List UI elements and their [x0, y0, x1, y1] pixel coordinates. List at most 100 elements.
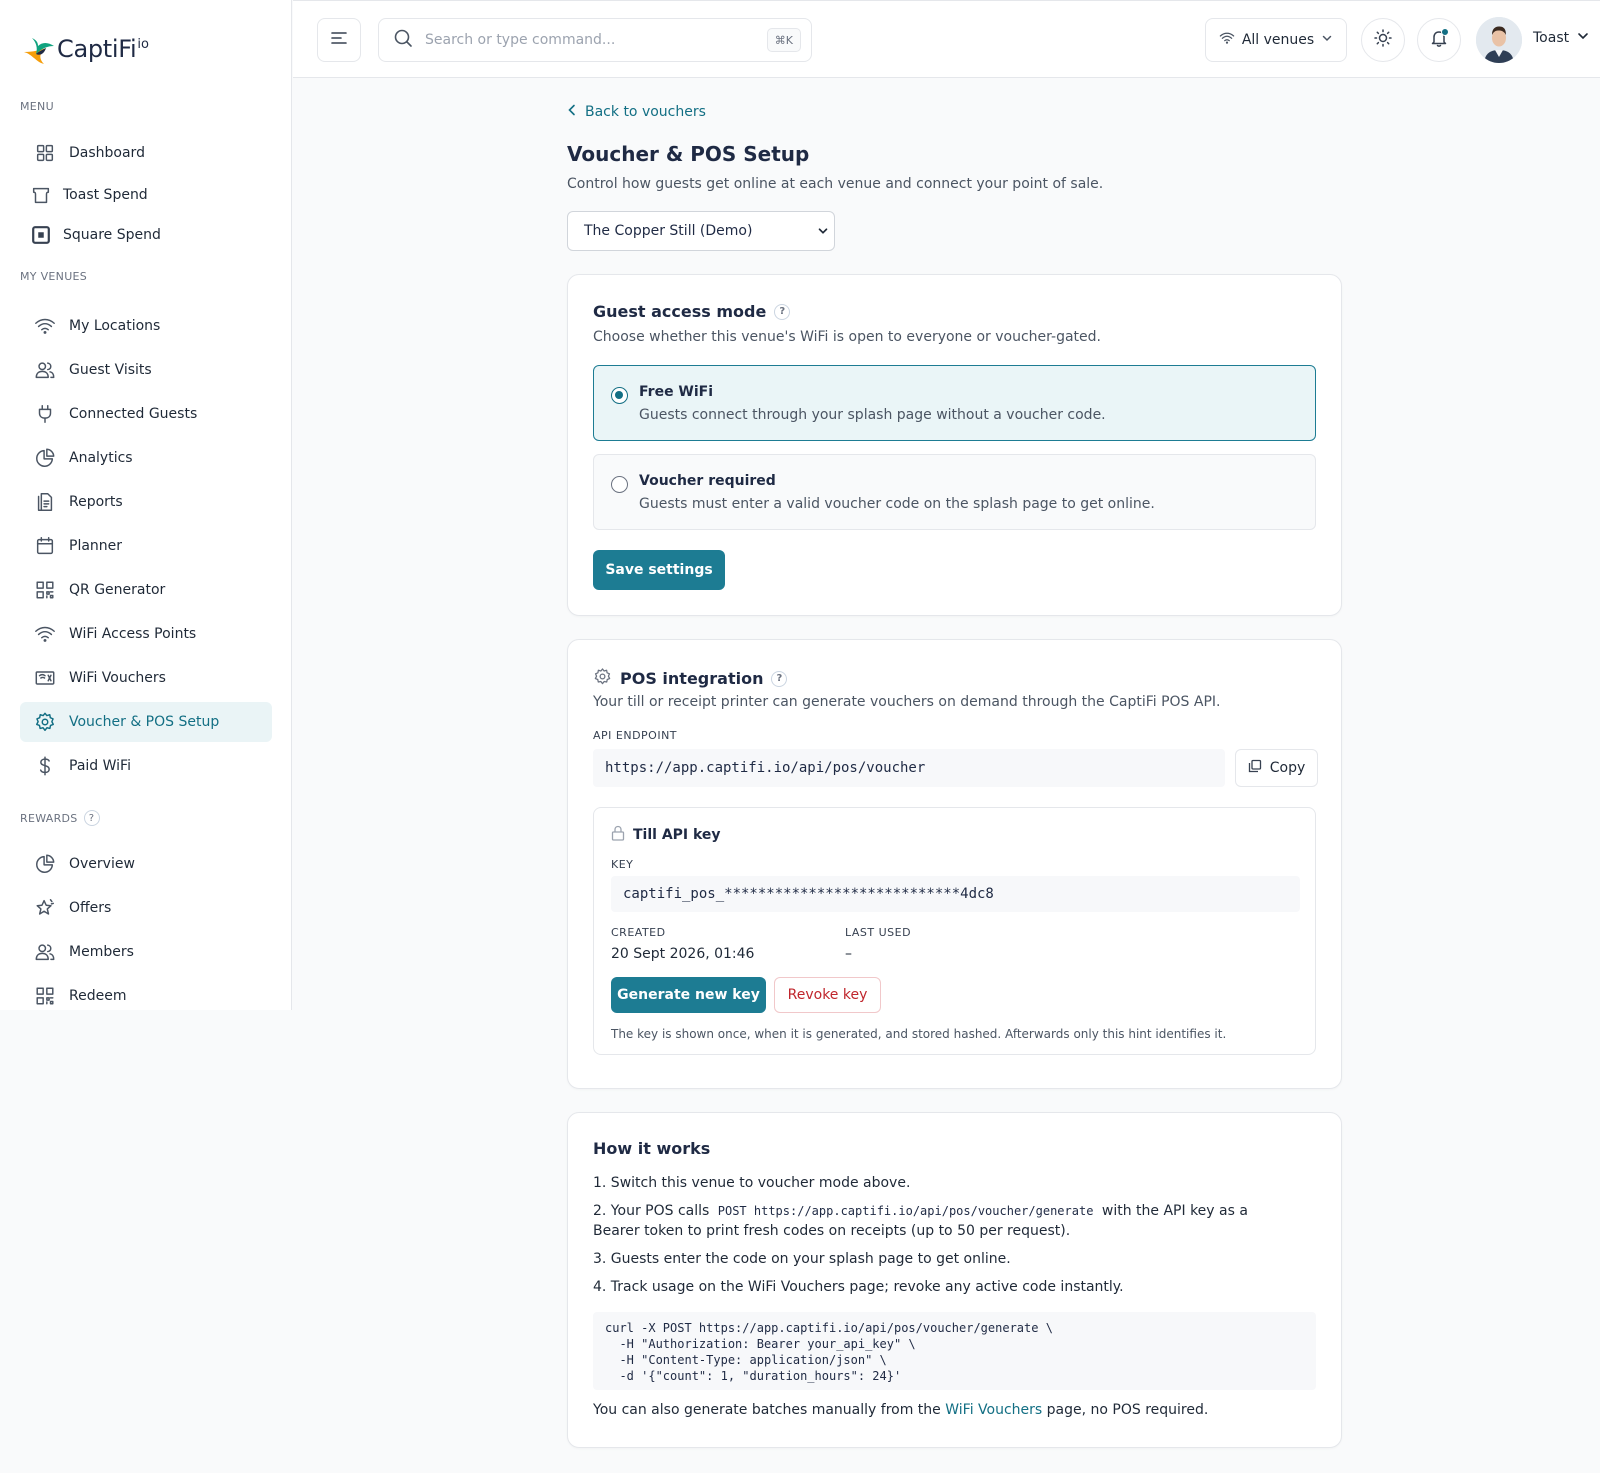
back-link-label: Back to vouchers [585, 104, 706, 120]
gear-icon [33, 710, 57, 734]
how-it-works-title: How it works [593, 1139, 711, 1158]
sidebar-item-guest-visits[interactable]: Guest Visits [20, 350, 272, 390]
search-bar[interactable]: ⌘K [378, 18, 812, 62]
venue-select[interactable]: The Copper Still (Demo) [567, 211, 835, 251]
sidebar-item-label: Square Spend [63, 227, 161, 243]
revoke-key-button[interactable]: Revoke key [774, 977, 881, 1013]
guest-access-title: Guest access mode ? [593, 302, 791, 321]
user-menu[interactable]: Toast [1533, 30, 1589, 46]
api-key-field[interactable]: captifi_pos_****************************… [611, 876, 1300, 912]
qr-icon [33, 578, 57, 602]
sidebar: CaptiFi io MENU Dashboard Toast Spend Sq… [0, 0, 292, 1010]
free-wifi-option[interactable]: Free WiFi Guests connect through your sp… [593, 365, 1316, 441]
sidebar-item-redeem[interactable]: Redeem [20, 976, 272, 1016]
brand-name: CaptiFi [57, 35, 137, 63]
sun-icon [1373, 28, 1393, 52]
sidebar-item-wifi-access-points[interactable]: WiFi Access Points [20, 614, 272, 654]
sidebar-item-square-spend[interactable]: Square Spend [20, 215, 272, 255]
sidebar-item-overview[interactable]: Overview [20, 844, 272, 884]
last-used-value: – [845, 946, 852, 962]
sidebar-item-connected-guests[interactable]: Connected Guests [20, 394, 272, 434]
sidebar-item-label: WiFi Vouchers [69, 670, 166, 686]
wifi-vouchers-link[interactable]: WiFi Vouchers [945, 1402, 1042, 1418]
sidebar-item-label: Redeem [69, 988, 127, 1004]
venue-select-value: The Copper Still (Demo) [584, 223, 753, 239]
shortcut-badge: ⌘K [766, 28, 801, 52]
toast-icon [29, 183, 53, 207]
sidebar-item-analytics[interactable]: Analytics [20, 438, 272, 478]
sidebar-item-paid-wifi[interactable]: Paid WiFi [20, 746, 272, 786]
sidebar-item-label: Planner [69, 538, 123, 554]
sidebar-item-reports[interactable]: Reports [20, 482, 272, 522]
created-value: 20 Sept 2026, 01:46 [611, 946, 755, 962]
pos-integration-subtitle: Your till or receipt printer can generat… [593, 694, 1221, 710]
help-icon[interactable]: ? [771, 670, 788, 687]
manual-batches-note: You can also generate batches manually f… [593, 1402, 1209, 1418]
created-label: CREATED [611, 926, 666, 939]
back-to-vouchers-link[interactable]: Back to vouchers [567, 104, 706, 120]
gear-icon [593, 667, 612, 690]
api-endpoint-field[interactable]: https://app.captifi.io/api/pos/voucher [593, 749, 1225, 787]
dollar-icon [33, 754, 57, 778]
help-icon[interactable]: ? [774, 303, 791, 320]
brand-logo[interactable]: CaptiFi io [22, 32, 149, 66]
free-wifi-radio[interactable] [611, 387, 628, 404]
sidebar-item-label: Toast Spend [63, 187, 148, 203]
pie-chart-icon [33, 852, 57, 876]
pos-integration-card: POS integration ? Your till or receipt p… [567, 639, 1342, 1089]
bird-logo-icon [22, 32, 56, 66]
avatar[interactable] [1476, 17, 1522, 63]
user-name-label: Toast [1533, 30, 1570, 46]
sidebar-item-label: WiFi Access Points [69, 626, 197, 642]
wifi-icon [33, 622, 57, 646]
sidebar-item-qr-generator[interactable]: QR Generator [20, 570, 272, 610]
guest-access-subtitle: Choose whether this venue's WiFi is open… [593, 329, 1101, 345]
voucher-required-option[interactable]: Voucher required Guests must enter a val… [593, 454, 1316, 530]
notifications-button[interactable] [1417, 18, 1461, 62]
sidebar-item-toast-spend[interactable]: Toast Spend [20, 175, 272, 215]
sidebar-item-wifi-vouchers[interactable]: WiFi Vouchers [20, 658, 272, 698]
sidebar-item-planner[interactable]: Planner [20, 526, 272, 566]
sidebar-item-voucher-pos-setup[interactable]: Voucher & POS Setup [20, 702, 272, 742]
sidebar-item-my-locations[interactable]: My Locations [20, 306, 272, 346]
generate-new-key-button[interactable]: Generate new key [611, 977, 766, 1013]
option-title: Free WiFi [639, 384, 714, 400]
how-it-works-card: How it works 1. Switch this venue to vou… [567, 1112, 1342, 1448]
page-subtitle: Control how guests get online at each ve… [567, 176, 1104, 192]
notification-dot [1441, 28, 1449, 36]
sidebar-item-dashboard[interactable]: Dashboard [20, 133, 272, 173]
copy-icon [1248, 759, 1262, 777]
copy-label: Copy [1269, 760, 1306, 776]
help-icon[interactable]: ? [83, 810, 100, 826]
menu-toggle-button[interactable] [317, 18, 361, 62]
search-input[interactable] [425, 32, 745, 48]
chevron-down-icon [1577, 30, 1589, 46]
sidebar-item-label: Connected Guests [69, 406, 198, 422]
pie-chart-icon [33, 446, 57, 470]
brand-suffix: io [137, 36, 149, 52]
voucher-required-radio[interactable] [611, 476, 628, 493]
sidebar-item-label: My Locations [69, 318, 161, 334]
sidebar-item-label: Dashboard [69, 145, 145, 161]
last-used-label: LAST USED [845, 926, 912, 939]
users-icon [33, 358, 57, 382]
search-icon [393, 28, 413, 52]
menu-section-label: MENU [20, 100, 54, 113]
rewards-section-label: REWARDS ? [20, 810, 100, 826]
sidebar-item-label: Guest Visits [69, 362, 152, 378]
sidebar-item-label: Overview [69, 856, 135, 872]
sidebar-item-label: Offers [69, 900, 112, 916]
api-endpoint-label: API ENDPOINT [593, 729, 678, 742]
venue-filter-dropdown[interactable]: All venues [1205, 18, 1347, 62]
step-3: 3. Guests enter the code on your splash … [593, 1251, 1011, 1267]
wifi-icon [33, 314, 57, 338]
copy-endpoint-button[interactable]: Copy [1235, 749, 1318, 787]
report-icon [33, 490, 57, 514]
theme-toggle-button[interactable] [1361, 18, 1405, 62]
save-settings-button[interactable]: Save settings [593, 550, 725, 590]
sidebar-item-offers[interactable]: Offers [20, 888, 272, 928]
qr-icon [33, 984, 57, 1008]
guest-access-card: Guest access mode ? Choose whether this … [567, 274, 1342, 616]
sidebar-item-members[interactable]: Members [20, 932, 272, 972]
page-title: Voucher & POS Setup [567, 142, 810, 166]
